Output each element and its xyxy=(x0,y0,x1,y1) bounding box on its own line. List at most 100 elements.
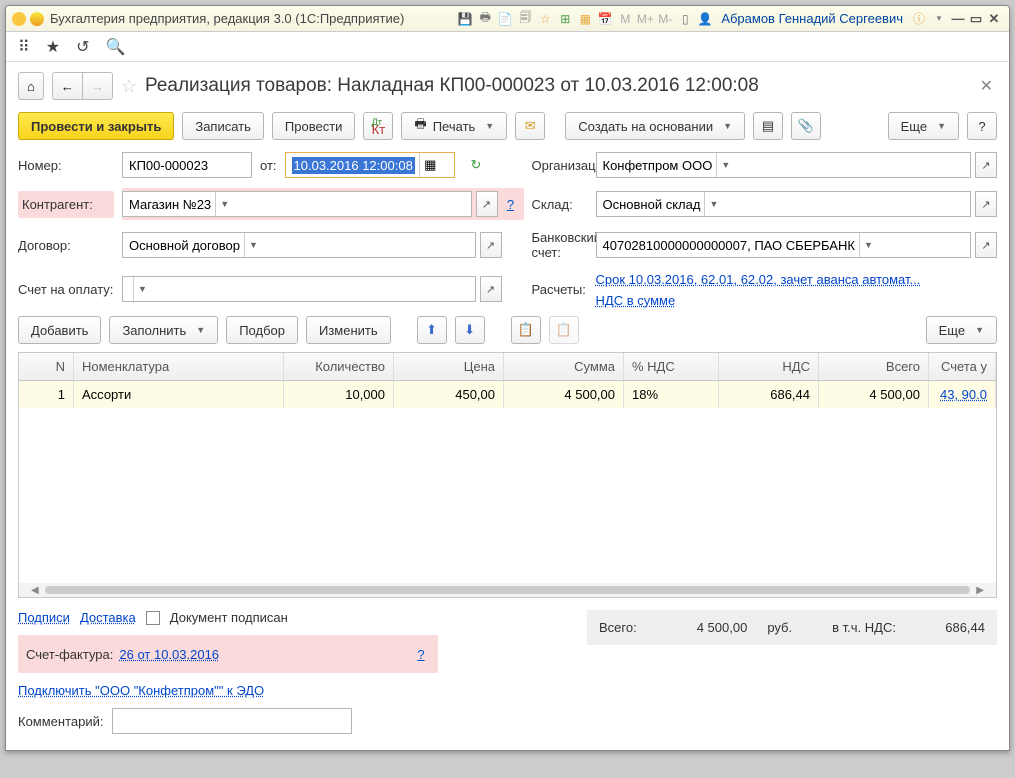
m-plus-icon[interactable]: M+ xyxy=(637,11,653,27)
accounts-link[interactable]: 43, 90.0 xyxy=(940,387,987,402)
panel-icon[interactable]: ▯ xyxy=(677,11,693,27)
delivery-link[interactable]: Доставка xyxy=(80,610,136,625)
command-bar: Провести и закрыть Записать Провести ДтК… xyxy=(18,112,997,140)
m-icon[interactable]: M xyxy=(617,11,633,27)
chevron-down-icon[interactable]: ▼ xyxy=(716,153,734,177)
nav-back-button[interactable]: ← xyxy=(52,72,83,100)
chevron-down-icon[interactable]: ▼ xyxy=(244,233,262,257)
col-price[interactable]: Цена xyxy=(394,353,504,380)
compare-icon[interactable]: 🗐 xyxy=(517,11,533,27)
print-icon[interactable]: 🖶 xyxy=(477,11,493,27)
favorites-icon[interactable]: ★ xyxy=(46,37,60,57)
post-button[interactable]: Провести xyxy=(272,112,356,140)
chevron-down-icon[interactable]: ▼ xyxy=(133,277,151,301)
open-contract-button[interactable]: ↗ xyxy=(480,232,502,258)
nav-fwd-button[interactable]: → xyxy=(83,72,113,100)
search-icon[interactable]: 🔍 xyxy=(105,37,125,57)
fill-button[interactable]: Заполнить▼ xyxy=(109,316,218,344)
struct-button[interactable]: ▤ xyxy=(753,112,783,140)
move-down-button[interactable]: ⬇ xyxy=(455,316,485,344)
add-button[interactable]: Добавить xyxy=(18,316,101,344)
paste-button[interactable]: 📋 xyxy=(549,316,579,344)
attach-button[interactable]: 📎 xyxy=(791,112,821,140)
comment-field[interactable] xyxy=(112,708,352,734)
open-bank-button[interactable]: ↗ xyxy=(975,232,997,258)
more-button[interactable]: Еще▼ xyxy=(888,112,959,140)
minimize-button[interactable]: — xyxy=(949,11,967,27)
chevron-down-icon: ▼ xyxy=(975,325,984,335)
col-tot[interactable]: Всего xyxy=(819,353,929,380)
close-form-button[interactable]: ✕ xyxy=(976,72,997,100)
col-vat[interactable]: НДС xyxy=(719,353,819,380)
m-minus-icon[interactable]: M- xyxy=(657,11,673,27)
table-more-button[interactable]: Еще▼ xyxy=(926,316,997,344)
home-button[interactable]: ⌂ xyxy=(18,72,44,100)
wh-field[interactable]: Основной склад▼ xyxy=(596,191,972,217)
bank-field[interactable]: 40702810000000000007, ПАО СБЕРБАНК▼ xyxy=(596,232,972,258)
calc-link[interactable]: Срок 10.03.2016, 62.01, 62.02, зачет ава… xyxy=(596,272,998,287)
help-button[interactable]: ? xyxy=(967,112,997,140)
save-icon[interactable]: 💾 xyxy=(457,11,473,27)
h-scrollbar[interactable]: ◀▶ xyxy=(19,583,996,597)
contract-field[interactable]: Основной договор▼ xyxy=(122,232,476,258)
org-field[interactable]: Конфетпром ООО▼ xyxy=(596,152,972,178)
print-button[interactable]: 🖶Печать▼ xyxy=(401,112,507,140)
col-n[interactable]: N xyxy=(19,353,74,380)
user-name[interactable]: Абрамов Геннадий Сергеевич xyxy=(721,11,903,26)
bank-label: Банковский счет: xyxy=(532,230,588,260)
contract-label: Договор: xyxy=(18,238,114,253)
refresh-icon[interactable]: ↻ xyxy=(471,157,482,173)
titlebar-text: Бухгалтерия предприятия, редакция 3.0 (1… xyxy=(50,11,404,26)
col-qty[interactable]: Количество xyxy=(284,353,394,380)
open-org-button[interactable]: ↗ xyxy=(975,152,997,178)
sf-help-icon[interactable]: ? xyxy=(412,641,430,667)
date-field[interactable]: 10.03.2016 12:00:08 ▦ xyxy=(285,152,455,178)
partner-help-icon[interactable]: ? xyxy=(502,191,520,217)
page-title: Реализация товаров: Накладная КП00-00002… xyxy=(145,75,976,97)
maximize-button[interactable]: ▭ xyxy=(967,11,985,27)
info-icon[interactable]: ⓘ xyxy=(911,11,927,27)
dtkt-button[interactable]: ДтКт xyxy=(363,112,393,140)
close-button[interactable]: ✕ xyxy=(985,11,1003,27)
calc-icon[interactable]: ⊞ xyxy=(557,11,573,27)
pick-button[interactable]: Подбор xyxy=(226,316,298,344)
chevron-down-icon[interactable]: ▼ xyxy=(215,192,233,216)
mail-button[interactable]: ✉ xyxy=(515,112,545,140)
invoice-field[interactable]: ▼ xyxy=(122,276,476,302)
col-sum[interactable]: Сумма xyxy=(504,353,624,380)
signed-checkbox[interactable] xyxy=(146,611,160,625)
open-wh-button[interactable]: ↗ xyxy=(975,191,997,217)
star-icon[interactable]: ☆ xyxy=(121,76,137,97)
col-nom[interactable]: Номенклатура xyxy=(74,353,284,380)
dd-icon[interactable]: ▾ xyxy=(931,11,947,27)
apps-icon[interactable]: ⠿ xyxy=(18,37,30,57)
post-and-close-button[interactable]: Провести и закрыть xyxy=(18,112,174,140)
open-partner-button[interactable]: ↗ xyxy=(476,191,498,217)
chevron-down-icon[interactable]: ▼ xyxy=(859,233,877,257)
create-base-button[interactable]: Создать на основании▼ xyxy=(565,112,745,140)
edo-link[interactable]: Подключить "ООО "Конфетпром"" к ЭДО xyxy=(18,683,264,698)
table-row[interactable]: 1 Ассорти 10,000 450,00 4 500,00 18% 686… xyxy=(19,381,996,408)
history-icon[interactable]: ↺ xyxy=(76,37,89,57)
table-icon[interactable]: ▦ xyxy=(577,11,593,27)
write-button[interactable]: Записать xyxy=(182,112,264,140)
doc-icon[interactable]: 📄 xyxy=(497,11,513,27)
number-field[interactable]: КП00-000023 xyxy=(122,152,252,178)
fav-icon[interactable]: ☆ xyxy=(537,11,553,27)
col-vatp[interactable]: % НДС xyxy=(624,353,719,380)
wh-label: Склад: xyxy=(532,197,588,212)
edit-button[interactable]: Изменить xyxy=(306,316,391,344)
partner-field[interactable]: Магазин №23▼ xyxy=(122,191,472,217)
sf-link[interactable]: 26 от 10.03.2016 xyxy=(119,647,219,662)
items-table: N Номенклатура Количество Цена Сумма % Н… xyxy=(18,352,997,598)
move-up-button[interactable]: ⬆ xyxy=(417,316,447,344)
col-acc[interactable]: Счета у xyxy=(929,353,996,380)
open-invoice-button[interactable]: ↗ xyxy=(480,276,502,302)
vat-link[interactable]: НДС в сумме xyxy=(596,293,998,308)
copy-button[interactable]: 📋 xyxy=(511,316,541,344)
chevron-down-icon[interactable]: ▼ xyxy=(704,192,722,216)
chevron-down-icon: ▼ xyxy=(723,121,732,131)
calendar-icon[interactable]: 📅 xyxy=(597,11,613,27)
signatures-link[interactable]: Подписи xyxy=(18,610,70,625)
calendar-icon[interactable]: ▦ xyxy=(419,153,441,177)
